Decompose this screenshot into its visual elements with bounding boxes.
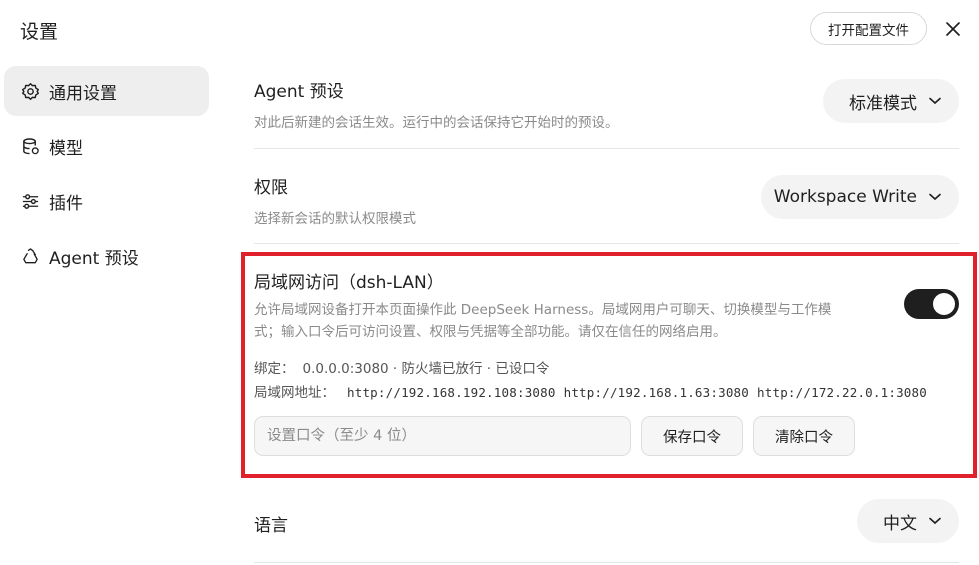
divider [254,148,959,149]
sidebar-item-label: 通用设置 [49,83,117,104]
clear-password-button[interactable]: 清除口令 [753,416,855,456]
lan-title: 局域网访问（dsh-LAN） [254,273,444,293]
dropdown-value: Workspace Write [773,187,917,207]
sidebar-item-agent-presets[interactable]: Agent 预设 [4,231,209,281]
addr-label: 局域网地址： [254,385,335,401]
agent-preset-dropdown[interactable]: 标准模式 [823,79,959,123]
chevron-down-icon [929,193,941,201]
bind-info: 绑定： 0.0.0.0:3080 · 防火墙已放行 · 已设口令 [254,357,549,377]
lan-address-link[interactable]: http://192.168.192.108:3080 [347,385,556,400]
sidebar-item-label: 插件 [49,193,83,214]
sliders-icon [20,191,40,211]
database-icon [20,136,40,156]
dropdown-value: 标准模式 [849,93,917,114]
divider [254,562,959,563]
page-title: 设置 [20,21,59,43]
open-config-file-button[interactable]: 打开配置文件 [810,12,927,45]
gear-icon [20,81,40,101]
lan-description: 允许局域网设备打开本页面操作此 DeepSeek Harness。局域网用户可聊… [254,302,832,340]
sidebar-item-plugins[interactable]: 插件 [4,176,209,226]
close-icon [946,22,960,36]
language-section: 语言 [254,511,959,536]
sidebar-item-models[interactable]: 模型 [4,121,209,171]
language-dropdown[interactable]: 中文 [857,499,959,543]
sidebar-item-general[interactable]: 通用设置 [4,66,209,116]
bind-value: 0.0.0.0:3080 · 防火墙已放行 · 已设口令 [302,361,550,377]
dropdown-value: 中文 [883,513,917,534]
divider [254,243,959,244]
lan-address-link[interactable]: http://192.168.1.63:3080 [564,385,749,400]
language-title: 语言 [254,516,288,536]
lan-address-link[interactable]: http://172.22.0.1:3080 [757,385,927,400]
toggle-knob [933,293,955,315]
chevron-down-icon [929,97,941,105]
close-button[interactable] [940,16,966,42]
chevron-down-icon [929,517,941,525]
lan-toggle[interactable] [904,289,959,319]
lan-addresses: 局域网地址： http://192.168.192.108:3080 http://… [254,381,927,401]
sidebar-item-label: 模型 [49,138,83,159]
bind-label: 绑定： [254,361,295,377]
permission-dropdown[interactable]: Workspace Write [761,175,959,219]
recycle-icon [20,246,40,266]
password-input[interactable] [254,416,631,456]
sidebar: 通用设置 模型 插件 Agent 预设 [4,66,209,286]
save-password-button[interactable]: 保存口令 [641,416,743,456]
sidebar-item-label: Agent 预设 [49,248,139,269]
